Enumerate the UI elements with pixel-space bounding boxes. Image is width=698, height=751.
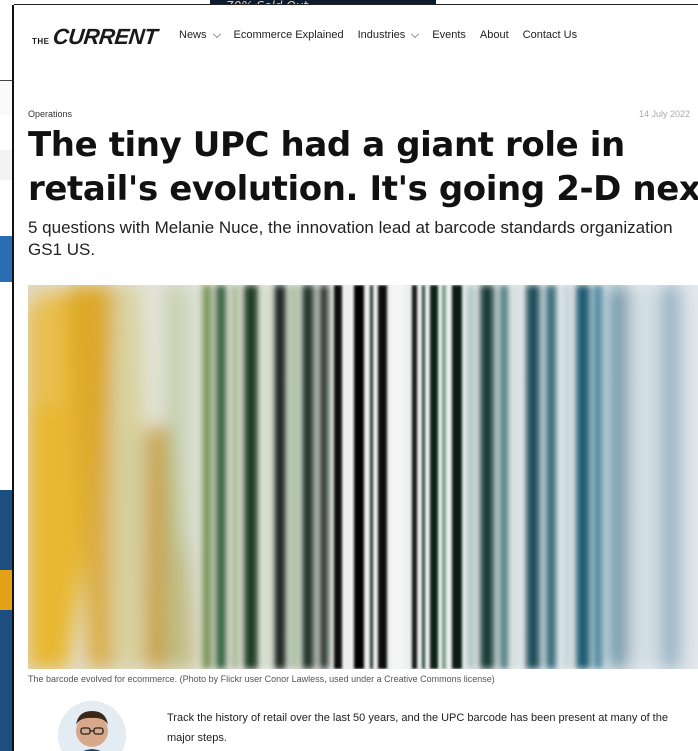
chevron-down-icon: [411, 29, 420, 38]
nav-item-contact-us[interactable]: Contact Us: [523, 29, 577, 41]
nav-item-about[interactable]: About: [480, 29, 509, 41]
logo-prefix: THE: [32, 37, 50, 46]
article-dek: 5 questions with Melanie Nuce, the innov…: [28, 218, 673, 259]
nav-item-label: Ecommerce Explained: [233, 29, 344, 41]
article-headline: The tiny UPC had a giant role in retail'…: [28, 123, 698, 211]
nav-item-label: Events: [432, 29, 466, 41]
chevron-down-icon: [212, 29, 221, 38]
image-caption: The barcode evolved for ecommerce. (Phot…: [28, 674, 495, 684]
background-left-block: [0, 80, 14, 115]
main-nav: News Ecommerce Explained Industries Even…: [179, 29, 591, 41]
site-header: THE CURRENT News Ecommerce Explained Ind…: [14, 5, 698, 67]
article-window: THE CURRENT News Ecommerce Explained Ind…: [14, 5, 698, 751]
article-date: 14 July 2022: [638, 109, 690, 119]
nav-item-events[interactable]: Events: [432, 29, 466, 41]
nav-item-label: About: [479, 29, 509, 41]
nav-item-label: News: [179, 29, 207, 41]
background-left-block: [0, 570, 14, 610]
nav-item-ecommerce-explained[interactable]: Ecommerce Explained: [234, 29, 344, 41]
logo-wordmark: CURRENT: [51, 24, 158, 49]
person-avatar-icon: [58, 701, 126, 751]
background-left-block: [0, 490, 14, 751]
article-category[interactable]: Operations: [28, 109, 72, 119]
nav-item-label: Industries: [357, 29, 406, 41]
article-body-paragraph: Track the history of retail over the las…: [167, 712, 668, 744]
site-logo[interactable]: THE CURRENT: [32, 24, 158, 50]
author-avatar: [58, 701, 126, 751]
background-left-block: [0, 150, 14, 180]
barcode-photo: [28, 285, 698, 669]
headline-line: retail's evolution. It's going 2-D next: [28, 169, 698, 209]
hero-image: [28, 285, 698, 669]
headline-line: The tiny UPC had a giant role in: [28, 125, 625, 165]
nav-item-news[interactable]: News: [179, 29, 221, 41]
nav-item-industries[interactable]: Industries: [357, 29, 420, 41]
nav-item-label: Contact Us: [522, 29, 578, 41]
background-left-block: [0, 236, 14, 282]
